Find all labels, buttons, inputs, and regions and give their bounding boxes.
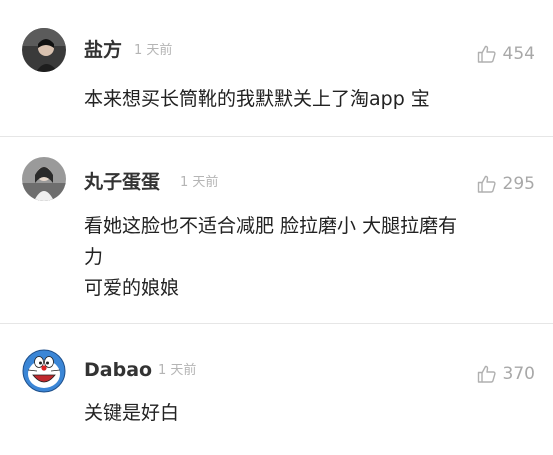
- avatar[interactable]: [22, 28, 66, 72]
- comment-text-line: 关键是好白: [84, 402, 180, 424]
- like-count: 370: [502, 364, 535, 384]
- like-button[interactable]: 454: [477, 42, 535, 66]
- comment-item: 丸子蛋蛋 1 天前 295 看她这脸也不适合减肥 脸拉磨小 大腿拉磨有 力 可爱…: [0, 137, 553, 323]
- avatar[interactable]: [22, 157, 66, 201]
- comment-item: 盐方 1 天前 454 本来想买长筒靴的我默默关上了淘app 宝: [0, 0, 553, 136]
- comment-time: 1 天前: [134, 43, 173, 58]
- like-count: 454: [502, 44, 535, 64]
- thumbs-up-icon: [477, 44, 497, 64]
- comment-text: 本来想买长筒靴的我默默关上了淘app 宝: [84, 84, 534, 115]
- avatar[interactable]: [22, 349, 66, 393]
- comment-text: 关键是好白: [84, 398, 534, 429]
- comment-text: 看她这脸也不适合减肥 脸拉磨小 大腿拉磨有 力 可爱的娘娘: [84, 211, 534, 304]
- username[interactable]: 丸子蛋蛋: [84, 170, 160, 194]
- comment-text-line: 可爱的娘娘: [84, 277, 180, 299]
- thumbs-up-icon: [477, 364, 497, 384]
- comment-text-line: 力: [84, 246, 104, 268]
- thumbs-up-icon: [477, 174, 497, 194]
- like-button[interactable]: 295: [477, 172, 535, 196]
- comment-item: Dabao 1 天前 370 关键是好白: [0, 324, 553, 455]
- like-button[interactable]: 370: [477, 362, 535, 386]
- username[interactable]: 盐方: [84, 38, 122, 62]
- comment-text-line: 看她这脸也不适合减肥 脸拉磨小 大腿拉磨有: [84, 215, 458, 237]
- comment-time: 1 天前: [180, 175, 219, 190]
- username[interactable]: Dabao: [84, 358, 152, 382]
- like-count: 295: [502, 174, 535, 194]
- comment-time: 1 天前: [158, 363, 197, 378]
- comment-text-line: 本来想买长筒靴的我默默关上了淘app 宝: [84, 88, 430, 110]
